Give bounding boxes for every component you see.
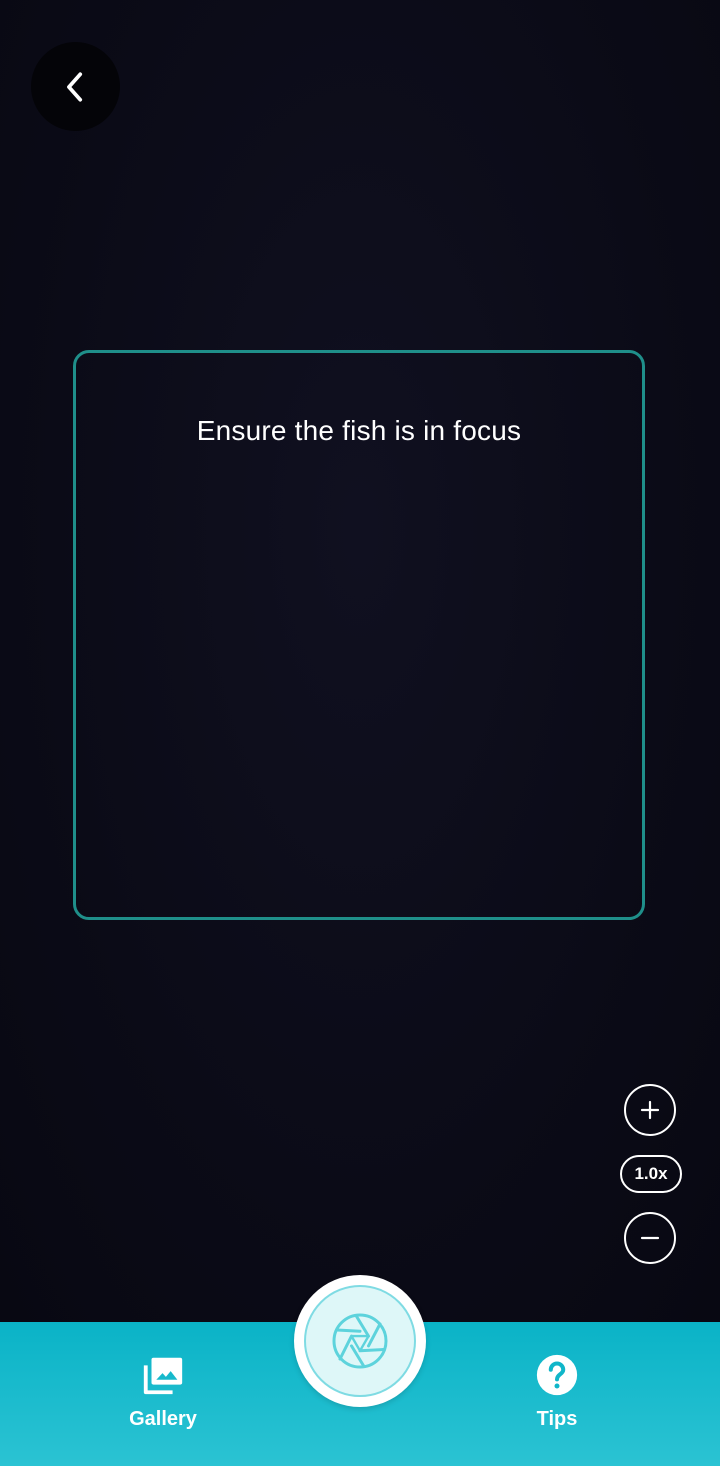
shutter-inner-ring <box>304 1285 416 1397</box>
back-button[interactable] <box>31 42 120 131</box>
shutter-button[interactable] <box>294 1275 426 1407</box>
zoom-in-button[interactable] <box>624 1084 676 1136</box>
zoom-level-indicator[interactable]: 1.0x <box>620 1155 682 1193</box>
tips-button[interactable]: Tips <box>507 1352 607 1431</box>
camera-aperture-icon <box>332 1313 388 1369</box>
camera-screen: Ensure the fish is in focus 1.0x Gallery <box>0 0 720 1466</box>
zoom-out-button[interactable] <box>624 1212 676 1264</box>
tips-label: Tips <box>536 1408 578 1430</box>
gallery-button[interactable]: Gallery <box>113 1352 213 1431</box>
plus-icon <box>640 1100 660 1120</box>
minus-icon <box>640 1236 660 1240</box>
photo-library-icon <box>143 1357 183 1395</box>
focus-frame: Ensure the fish is in focus <box>73 350 645 920</box>
help-circle-icon <box>536 1354 578 1396</box>
focus-hint-text: Ensure the fish is in focus <box>196 415 522 446</box>
gallery-label: Gallery <box>129 1408 197 1430</box>
chevron-left-icon <box>66 71 82 102</box>
